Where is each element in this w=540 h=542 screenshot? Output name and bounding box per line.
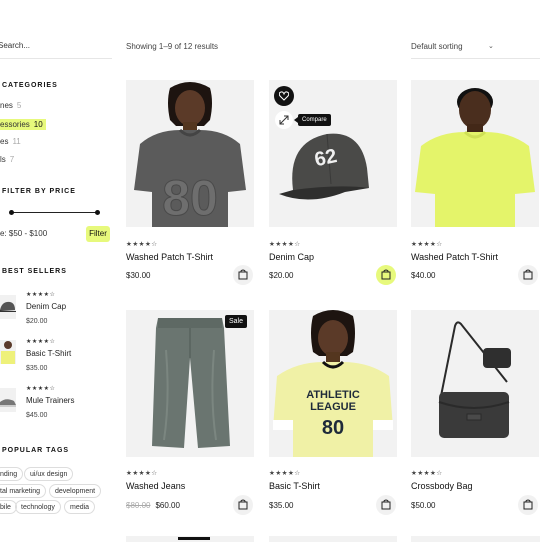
sale-price: $60.00 <box>155 501 180 510</box>
tag-chip[interactable]: nding <box>0 467 24 481</box>
price-slider-max-handle[interactable] <box>95 210 100 215</box>
tag-chip[interactable]: tal marketing <box>0 484 47 498</box>
product-name[interactable]: Washed Patch T-Shirt <box>126 252 213 262</box>
product-name[interactable]: Washed Jeans <box>126 481 185 491</box>
popular-tags-title: POPULAR TAGS <box>2 447 70 454</box>
product-name[interactable]: Denim Cap <box>269 252 314 262</box>
best-sellers-title: BEST SELLERS <box>2 268 67 275</box>
product-image-athletic-tshirt[interactable]: ATHLETIC LEAGUE 80 <box>269 310 397 457</box>
product-price: $80.00 $60.00 <box>126 501 180 510</box>
heart-icon <box>279 91 289 101</box>
product-rating: ★★★★☆ <box>269 241 301 248</box>
bag-icon <box>238 499 248 510</box>
bestseller-stars: ★★★★☆ <box>26 386 56 392</box>
product-name[interactable]: Basic T-Shirt <box>269 481 320 491</box>
product-image-lime-tshirt[interactable] <box>411 80 539 227</box>
bestseller-stars: ★★★★☆ <box>26 339 56 345</box>
add-to-cart-button[interactable] <box>233 495 253 515</box>
add-to-cart-button[interactable] <box>518 495 538 515</box>
add-to-cart-button-active[interactable] <box>376 265 396 285</box>
bestseller-price: $35.00 <box>26 365 48 372</box>
product-image-jeans[interactable] <box>126 310 254 457</box>
cap-print: 62 <box>313 145 339 171</box>
product-price: $50.00 <box>411 501 436 510</box>
product-rating: ★★★★☆ <box>411 241 443 248</box>
category-item[interactable]: es 11 <box>0 137 21 146</box>
bestseller-thumb-trainers[interactable] <box>0 388 16 412</box>
tee-print-mid: LEAGUE <box>310 401 356 413</box>
compare-tooltip: Compare <box>298 114 331 126</box>
product-price: $30.00 <box>126 271 151 280</box>
gray-tee-print: 80 <box>162 170 218 226</box>
product-rating: ★★★★☆ <box>126 241 158 248</box>
product-rating: ★★★★☆ <box>411 470 443 477</box>
bag-icon <box>381 499 391 510</box>
product-name[interactable]: Washed Patch T-Shirt <box>411 252 498 262</box>
bag-icon <box>523 499 533 510</box>
wishlist-button[interactable] <box>274 86 294 106</box>
category-item[interactable]: nes 5 <box>0 101 21 110</box>
bestseller-stars: ★★★★☆ <box>26 292 56 298</box>
product-image-gray-tshirt[interactable]: 80 <box>126 80 254 227</box>
product-image-bag[interactable] <box>411 310 539 457</box>
next-product-peek <box>411 536 540 542</box>
tee-print-top: ATHLETIC <box>306 389 360 401</box>
next-product-peek <box>269 536 397 542</box>
bestseller-price: $45.00 <box>26 412 48 419</box>
bag-icon <box>523 269 533 280</box>
product-price: $35.00 <box>269 501 294 510</box>
sort-underline <box>411 58 540 59</box>
bestseller-thumb-cap[interactable] <box>0 295 16 319</box>
price-slider-min-handle[interactable] <box>9 210 14 215</box>
compare-icon <box>279 115 289 125</box>
tag-chip[interactable]: development <box>49 484 102 498</box>
compare-button[interactable] <box>275 111 293 129</box>
old-price: $80.00 <box>126 501 151 510</box>
bestseller-name[interactable]: Basic T-Shirt <box>26 349 71 358</box>
bestseller-thumb-tshirt[interactable] <box>0 340 16 364</box>
category-item-active[interactable]: essories 10 <box>0 119 46 130</box>
sale-badge: Sale <box>225 315 248 328</box>
product-rating: ★★★★☆ <box>126 470 158 477</box>
filter-button[interactable]: Filter <box>86 226 110 242</box>
bestseller-price: $20.00 <box>26 318 48 325</box>
categories-title: CATEGORIES <box>2 82 58 89</box>
sort-select[interactable]: Default sorting <box>411 42 463 51</box>
tee-print-num: 80 <box>322 417 344 439</box>
price-slider-track[interactable] <box>10 212 98 213</box>
add-to-cart-button[interactable] <box>376 495 396 515</box>
bag-icon <box>238 269 248 280</box>
results-count: Showing 1–9 of 12 results <box>126 42 219 51</box>
tag-chip[interactable]: ui/ux design <box>24 467 74 481</box>
price-filter-title: FILTER BY PRICE <box>2 188 76 195</box>
add-to-cart-button[interactable] <box>518 265 538 285</box>
add-to-cart-button[interactable] <box>233 265 253 285</box>
chevron-down-icon[interactable]: ⌄ <box>488 42 494 50</box>
product-price: $20.00 <box>269 271 294 280</box>
bag-icon <box>381 269 391 280</box>
tag-chip[interactable]: technology <box>15 500 61 514</box>
search-underline <box>0 58 112 59</box>
product-rating: ★★★★☆ <box>269 470 301 477</box>
price-range-text: e: $50 - $100 <box>0 229 48 238</box>
tag-chip[interactable]: media <box>64 500 96 514</box>
bestseller-name[interactable]: Mule Trainers <box>26 396 74 405</box>
search-input[interactable]: Search... <box>0 41 30 50</box>
product-name[interactable]: Crossbody Bag <box>411 481 473 491</box>
product-price: $40.00 <box>411 271 436 280</box>
category-item[interactable]: ls 7 <box>0 155 14 164</box>
bestseller-name[interactable]: Denim Cap <box>26 302 66 311</box>
